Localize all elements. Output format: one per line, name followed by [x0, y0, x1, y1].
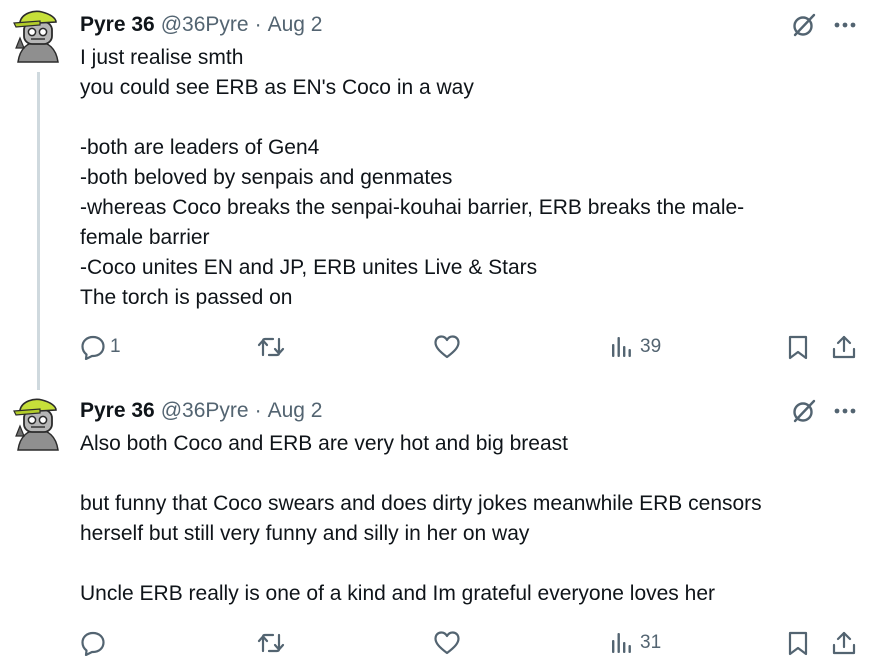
reply-count: 1: [110, 336, 121, 357]
views-count: 39: [640, 336, 662, 357]
tweet-text-line: you could see ERB as EN's Coco in a way: [80, 76, 474, 99]
tweet-date[interactable]: Aug 2: [268, 13, 323, 37]
tweet-text-line: I just realise smth: [80, 46, 244, 69]
share-icon: [832, 631, 856, 655]
bookmark-icon: [788, 631, 808, 656]
tweet-text: Also both Coco and ERB are very hot and …: [80, 429, 840, 609]
like-button[interactable]: [433, 628, 465, 658]
share-button[interactable]: [831, 332, 857, 362]
tweet-text-line: female barrier: [80, 226, 210, 249]
more-icon[interactable]: [830, 10, 860, 40]
retweet-icon: [257, 337, 285, 357]
tweet-actions: 1 39: [0, 332, 877, 362]
bookmark-button[interactable]: [786, 332, 810, 362]
bookmark-icon: [788, 335, 808, 360]
author-handle[interactable]: @36Pyre: [161, 399, 249, 423]
retweet-icon: [257, 633, 285, 653]
tweet-text-line: herself but still very funny and silly i…: [80, 522, 530, 545]
views-count: 31: [640, 632, 662, 653]
tweet-header: Pyre 36 @36Pyre · Aug 2: [80, 12, 322, 38]
author-handle[interactable]: @36Pyre: [161, 13, 249, 37]
heart-icon: [434, 631, 460, 655]
author-name[interactable]: Pyre 36: [80, 399, 155, 423]
grok-icon[interactable]: [789, 396, 819, 426]
reply-icon: [81, 335, 105, 360]
tweet-text-line: Uncle ERB really is one of a kind and Im…: [80, 582, 715, 605]
author-name[interactable]: Pyre 36: [80, 13, 155, 37]
share-button[interactable]: [831, 628, 857, 658]
bookmark-button[interactable]: [786, 628, 810, 658]
more-icon[interactable]: [830, 396, 860, 426]
separator-dot: ·: [254, 399, 262, 422]
tweet-text-line: Also both Coco and ERB are very hot and …: [80, 432, 568, 455]
robot-avatar-icon[interactable]: [10, 8, 66, 64]
tweet[interactable]: Pyre 36 @36Pyre · Aug 2 I just realise s…: [0, 0, 877, 390]
separator-dot: ·: [254, 13, 262, 36]
views-icon: [612, 337, 631, 357]
heart-icon: [434, 335, 460, 359]
tweet-text: I just realise smth you could see ERB as…: [80, 43, 840, 313]
reply-button[interactable]: [80, 628, 110, 658]
tweet-text-line: [80, 459, 840, 489]
tweet-text-line: [80, 103, 840, 133]
views-icon: [612, 633, 631, 653]
tweet-text-line: but funny that Coco swears and does dirt…: [80, 492, 762, 515]
tweet-text-line: -Coco unites EN and JP, ERB unites Live …: [80, 256, 538, 279]
robot-avatar-icon[interactable]: [10, 396, 66, 452]
share-icon: [832, 335, 856, 359]
tweet[interactable]: Pyre 36 @36Pyre · Aug 2 Also both Coco a…: [0, 390, 877, 669]
tweet-date[interactable]: Aug 2: [268, 399, 323, 423]
like-button[interactable]: [433, 332, 465, 362]
reply-button[interactable]: 1: [80, 332, 121, 362]
tweet-text-line: -both are leaders of Gen4: [80, 136, 320, 159]
grok-icon[interactable]: [789, 10, 819, 40]
reply-icon: [81, 631, 105, 656]
retweet-button[interactable]: [257, 332, 289, 362]
retweet-button[interactable]: [257, 628, 289, 658]
tweet-header: Pyre 36 @36Pyre · Aug 2: [80, 398, 322, 424]
tweet-text-line: -whereas Coco breaks the senpai-kouhai b…: [80, 196, 745, 219]
tweet-actions: 31: [0, 628, 877, 658]
tweet-text-line: [80, 549, 840, 579]
views-button[interactable]: 31: [610, 628, 661, 658]
views-button[interactable]: 39: [610, 332, 661, 362]
tweet-text-line: The torch is passed on: [80, 286, 293, 309]
tweet-text-line: -both beloved by senpais and genmates: [80, 166, 453, 189]
